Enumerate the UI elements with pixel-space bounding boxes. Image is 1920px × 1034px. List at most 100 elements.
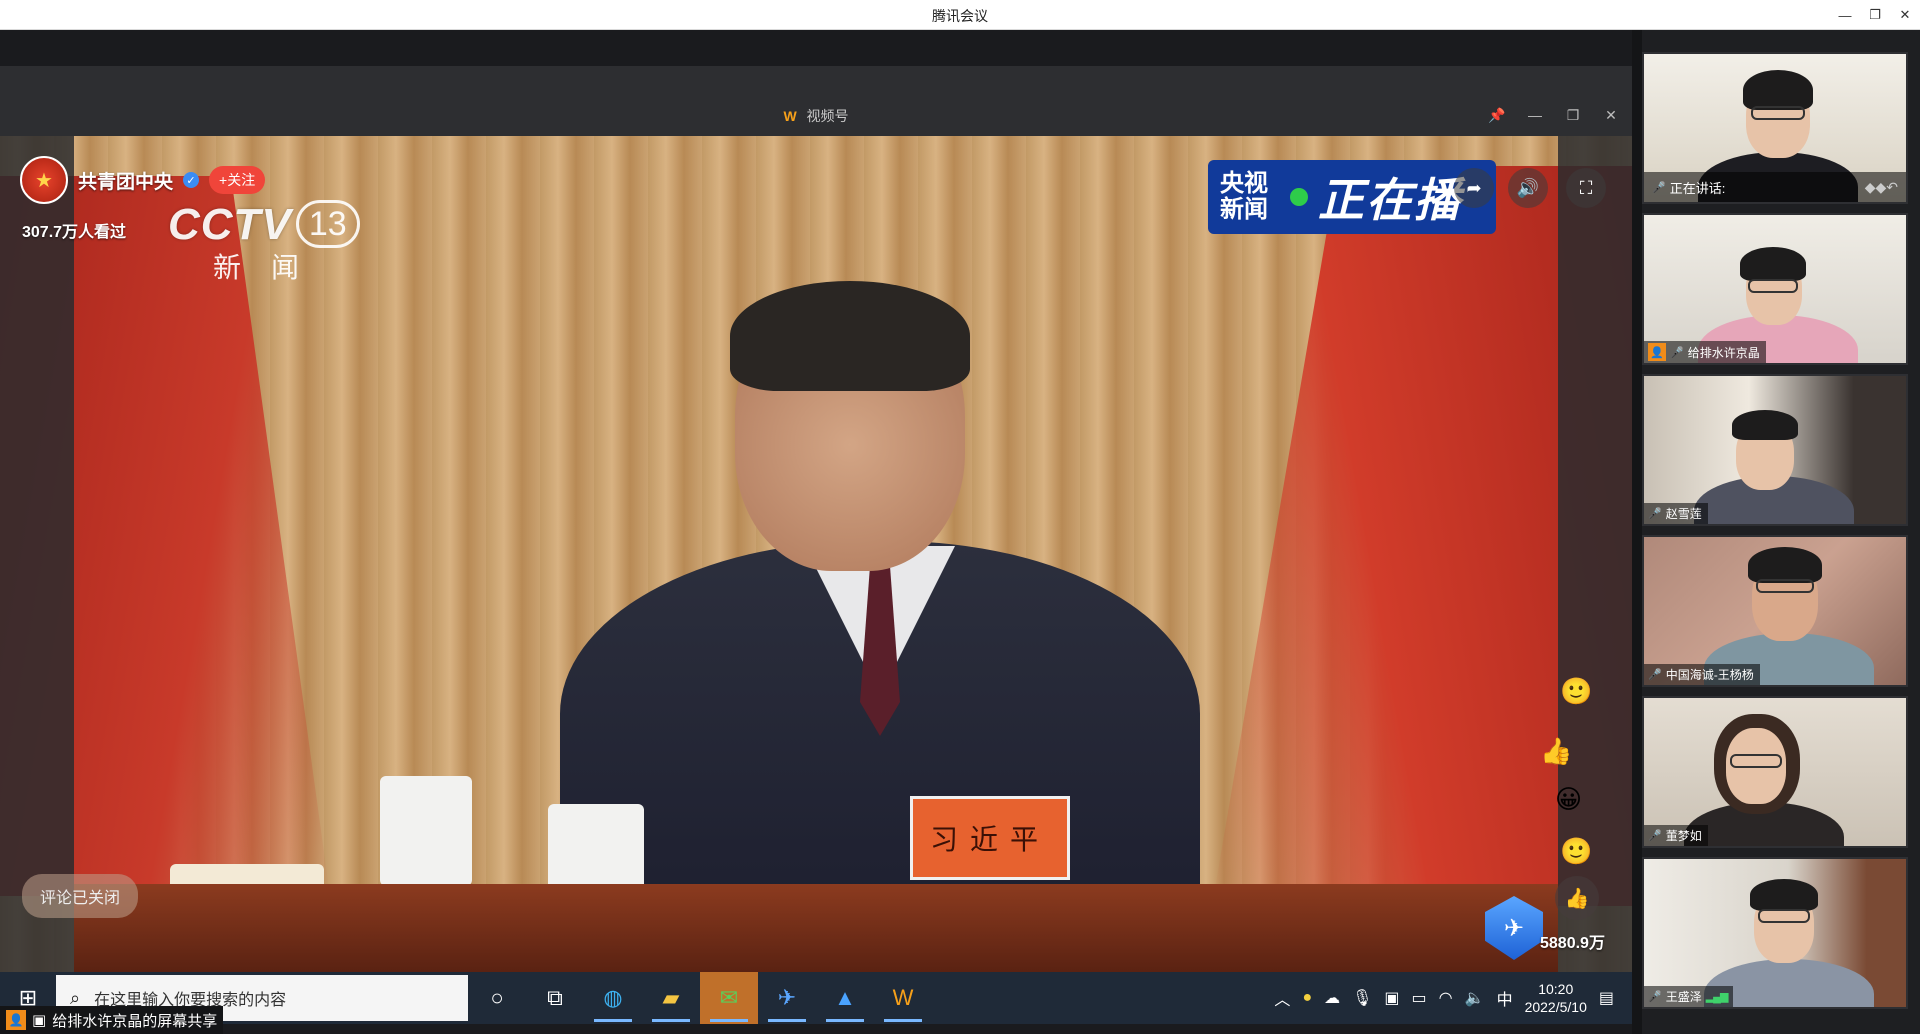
shared-window-controls: 📌 — ❐ ✕ bbox=[1486, 104, 1622, 126]
viewer-count: 307.7万人看过 bbox=[22, 224, 127, 241]
host-icon: 👤 bbox=[1648, 343, 1666, 361]
speaker-icon[interactable]: 🔈 bbox=[1465, 988, 1485, 1008]
window-controls: — ❐ ✕ bbox=[1830, 0, 1920, 30]
shared-window: W 视频号 📌 — ❐ ✕ 习近平 ★ 共青团中央 ✓ +关注 307.7万人看… bbox=[0, 66, 1632, 1024]
clock-date: 2022/5/10 bbox=[1524, 999, 1587, 1015]
participant-name: 正在讲话: bbox=[1669, 180, 1726, 196]
participant-tile[interactable]: 🎤 董梦如 bbox=[1642, 696, 1908, 848]
live-badge: 央视 新闻 正在播 bbox=[1208, 160, 1496, 234]
participant-glasses bbox=[1730, 754, 1782, 768]
cloud-icon[interactable]: ☁ bbox=[1324, 988, 1340, 1008]
participant-label: 🎤 董梦如 bbox=[1644, 825, 1708, 846]
display-icon[interactable]: ▣ bbox=[1384, 988, 1399, 1008]
like-button[interactable]: 👍 bbox=[1555, 876, 1599, 920]
chevron-up-icon[interactable]: ︿ bbox=[1274, 986, 1290, 1010]
shared-window-titlebar: W 视频号 📌 — ❐ ✕ bbox=[0, 66, 1632, 136]
pin-icon[interactable]: 📌 bbox=[1486, 104, 1508, 126]
nameplate: 习近平 bbox=[910, 796, 1070, 880]
cctv-channel-number: 13 bbox=[295, 200, 360, 248]
cctv-sub: 新闻 bbox=[213, 252, 330, 283]
participant-hair bbox=[1743, 70, 1813, 110]
speaker-figure bbox=[560, 261, 1200, 901]
floating-thumb-icon: 👍 bbox=[1540, 736, 1573, 766]
participant-glasses bbox=[1758, 909, 1810, 923]
participant-label: 🎤 王盛泽 ▂▄▆ bbox=[1644, 986, 1734, 1007]
minimize-icon[interactable]: — bbox=[1524, 104, 1546, 126]
shared-screen-area: W 视频号 📌 — ❐ ✕ 习近平 ★ 共青团中央 ✓ +关注 307.7万人看… bbox=[0, 30, 1632, 1034]
task-view-icon[interactable]: ⧉ bbox=[526, 972, 584, 1024]
meeting-app-icon[interactable]: ▲ bbox=[816, 972, 874, 1024]
notification-icon[interactable]: ▤ bbox=[1599, 988, 1614, 1008]
file-explorer-icon[interactable]: ▰ bbox=[642, 972, 700, 1024]
participant-glasses bbox=[1748, 279, 1798, 293]
channel-header: ★ 共青团中央 ✓ +关注 bbox=[20, 156, 266, 204]
screen-share-indicator: 👤 ▣ 给排水许京晶的屏幕共享 bbox=[0, 1006, 224, 1034]
tray-app-icon[interactable]: ● bbox=[1302, 989, 1312, 1007]
verified-icon: ✓ bbox=[183, 172, 200, 188]
participant-hair bbox=[1740, 247, 1806, 281]
participant-name: 董梦如 bbox=[1665, 829, 1702, 843]
app-title: 腾讯会议 bbox=[932, 8, 988, 24]
volume-icon[interactable]: 🔊 bbox=[1508, 168, 1548, 208]
close-icon[interactable]: ✕ bbox=[1600, 104, 1622, 126]
like-count: 5880.9万 bbox=[1540, 935, 1605, 952]
live-badge-line2: 新闻 bbox=[1220, 196, 1268, 223]
floating-emoji-icon: 🙂 bbox=[1560, 676, 1593, 706]
channel-avatar[interactable]: ★ bbox=[20, 156, 68, 204]
cctv-brand: CCTV bbox=[168, 200, 292, 249]
participant-label: 🎤 赵雪莲 bbox=[1644, 503, 1708, 524]
channels-app-icon[interactable]: W bbox=[874, 972, 932, 1024]
participant-tile[interactable]: 🎤 王盛泽 ▂▄▆ bbox=[1642, 857, 1908, 1009]
wechat-icon[interactable]: ✉ bbox=[700, 972, 758, 1024]
close-icon[interactable]: ✕ bbox=[1890, 0, 1920, 30]
participant-tile[interactable]: 🎤 赵雪莲 bbox=[1642, 374, 1908, 526]
floating-emoji-icon: 🙂 bbox=[1560, 836, 1593, 866]
system-tray: ︿ ● ☁ 🎙 ▣ ▭ ◠ 🔈 中 10:20 2022/5/10 ▤ bbox=[1274, 972, 1632, 1024]
microphone-icon[interactable]: 🎙 bbox=[1352, 988, 1372, 1008]
shared-window-title: W 视频号 bbox=[0, 106, 1632, 126]
participant-hair bbox=[1732, 410, 1798, 440]
speaking-wave-icon: ◆◆↶ bbox=[1864, 179, 1898, 195]
desk bbox=[74, 884, 1558, 972]
follow-button[interactable]: +关注 bbox=[209, 166, 266, 194]
participant-tile[interactable]: 👤 🎤 给排水许京晶 bbox=[1642, 213, 1908, 365]
input-language[interactable]: 中 bbox=[1497, 986, 1513, 1010]
app-titlebar: 腾讯会议 — ❐ ✕ bbox=[0, 0, 1920, 30]
windows-taskbar: ⊞ ⌕ 在这里输入你要搜索的内容 ○ ⧉ ◍ ▰ ✉ ✈ ▲ W ︿ ● ☁ 🎙… bbox=[0, 972, 1632, 1024]
restore-icon[interactable]: ❐ bbox=[1860, 0, 1890, 30]
participant-glasses bbox=[1756, 579, 1814, 593]
participant-hair bbox=[1748, 547, 1822, 583]
participant-list: 🎤 正在讲话: ◆◆↶ 👤 🎤 给排水许京晶 🎤 赵雪莲 🎤 中国海诚-王杨杨 … bbox=[1642, 52, 1912, 1018]
water-glass bbox=[548, 804, 644, 890]
channel-name[interactable]: 共青团中央 bbox=[78, 167, 173, 194]
participant-name: 中国海诚-王杨杨 bbox=[1665, 668, 1754, 682]
share-icon[interactable]: ➦ bbox=[1454, 168, 1494, 208]
restore-icon[interactable]: ❐ bbox=[1562, 104, 1584, 126]
participant-tile[interactable]: 🎤 中国海诚-王杨杨 bbox=[1642, 535, 1908, 687]
participant-name: 给排水许京晶 bbox=[1687, 345, 1760, 360]
mic-icon: 🎤 bbox=[1652, 181, 1666, 194]
tea-cup bbox=[380, 776, 472, 886]
live-video[interactable]: 习近平 ★ 共青团中央 ✓ +关注 307.7万人看过 CCTV 13 新闻 央视… bbox=[0, 136, 1632, 972]
screen-share-label: 给排水许京晶的屏幕共享 bbox=[52, 1012, 218, 1030]
participant-tile[interactable]: 🎤 正在讲话: ◆◆↶ bbox=[1642, 52, 1908, 204]
wifi-icon[interactable]: ◠ bbox=[1439, 988, 1453, 1008]
fullscreen-icon[interactable]: ⛶ bbox=[1566, 168, 1606, 208]
minimize-icon[interactable]: — bbox=[1830, 0, 1860, 30]
live-badge-line1: 央视 bbox=[1220, 170, 1268, 197]
feishu-icon[interactable]: ✈ bbox=[758, 972, 816, 1024]
mic-icon: 🎤 bbox=[1648, 669, 1662, 681]
live-badge-main: 正在播 bbox=[1318, 174, 1462, 226]
comments-closed-label: 评论已关闭 bbox=[22, 874, 139, 918]
mic-icon: 🎤 bbox=[1648, 830, 1662, 842]
taskbar-clock[interactable]: 10:20 2022/5/10 bbox=[1525, 980, 1587, 1016]
screen-share-icon: ▣ bbox=[32, 1012, 47, 1029]
person-icon: 👤 bbox=[6, 1010, 26, 1030]
clock-time: 10:20 bbox=[1538, 981, 1574, 997]
edge-browser-icon[interactable]: ◍ bbox=[584, 972, 642, 1024]
participant-glasses bbox=[1751, 106, 1805, 120]
signal-icon: ▂▄▆ bbox=[1705, 991, 1729, 1003]
battery-icon[interactable]: ▭ bbox=[1412, 988, 1427, 1008]
cortana-icon[interactable]: ○ bbox=[468, 972, 526, 1024]
mic-icon: 🎤 bbox=[1670, 346, 1684, 359]
